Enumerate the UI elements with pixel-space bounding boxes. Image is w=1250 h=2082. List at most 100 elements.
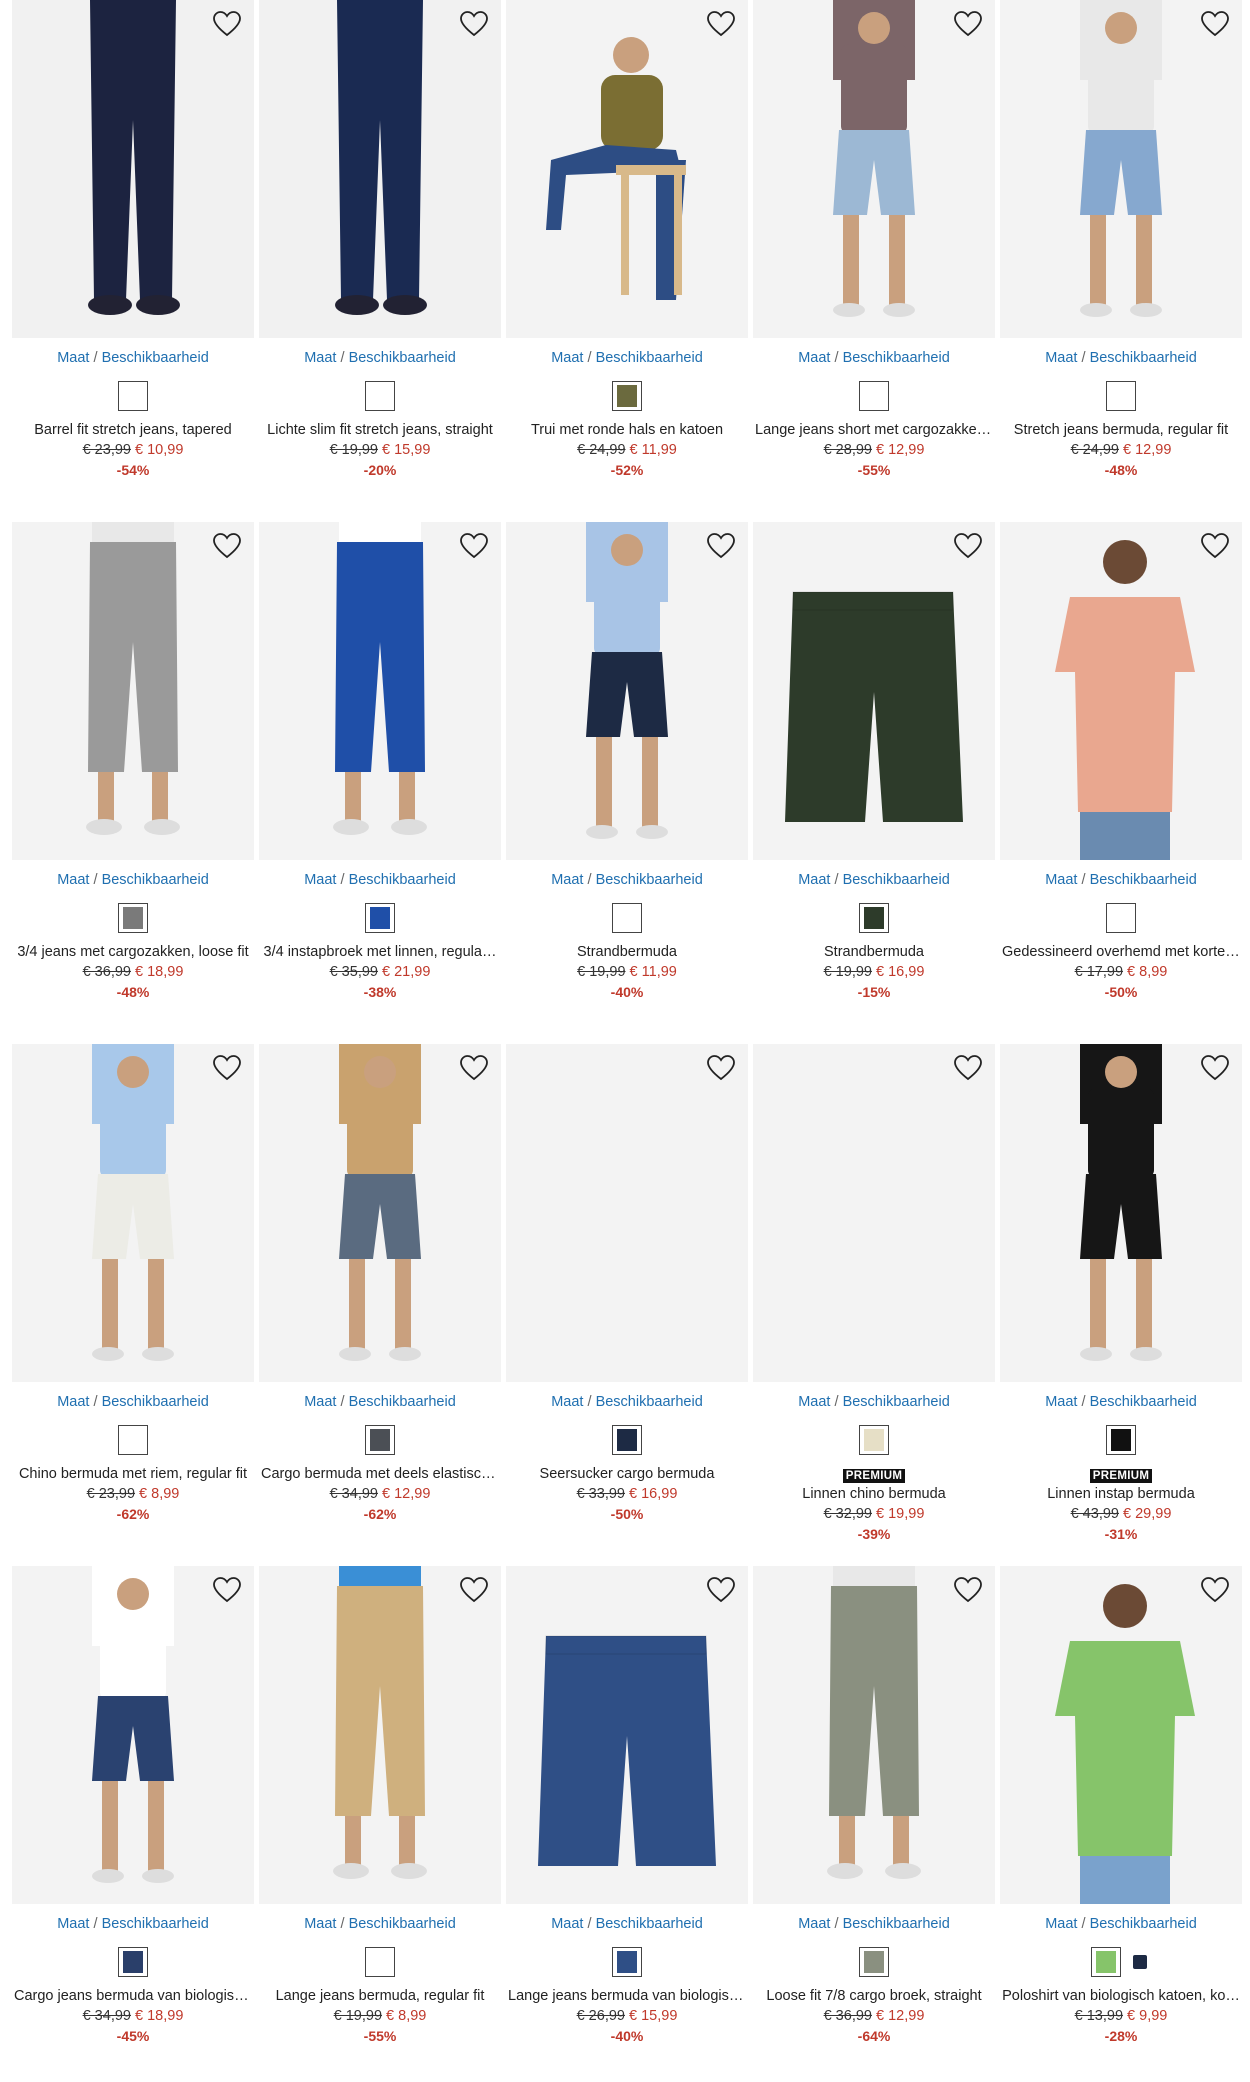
color-swatch[interactable] xyxy=(612,381,642,411)
product-image[interactable] xyxy=(259,522,501,860)
size-availability-link[interactable]: Maat / Beschikbaarheid xyxy=(259,350,501,366)
size-availability-link[interactable]: Maat / Beschikbaarheid xyxy=(1000,1394,1242,1410)
product-title[interactable]: Chino bermuda met riem, regular fit xyxy=(12,1466,254,1482)
size-availability-link[interactable]: Maat / Beschikbaarheid xyxy=(12,1916,254,1932)
availability-link-label[interactable]: Beschikbaarheid xyxy=(102,1916,209,1932)
product-card[interactable]: Maat / Beschikbaarheid Lange jeans bermud… xyxy=(506,1566,748,2066)
product-image[interactable] xyxy=(753,1044,995,1382)
product-card[interactable]: Maat / Beschikbaarheid Cargo bermuda met … xyxy=(259,1044,501,1544)
product-card[interactable]: Maat / Beschikbaarheid Lange jeans bermud… xyxy=(259,1566,501,2066)
availability-link-label[interactable]: Beschikbaarheid xyxy=(1090,350,1197,366)
size-availability-link[interactable]: Maat / Beschikbaarheid xyxy=(259,1916,501,1932)
product-card[interactable]: Maat / Beschikbaarheid 3/4 instapbroek me… xyxy=(259,522,501,1022)
color-swatch[interactable] xyxy=(859,903,889,933)
availability-link-label[interactable]: Beschikbaarheid xyxy=(596,1394,703,1410)
color-swatch[interactable] xyxy=(118,1425,148,1455)
availability-link-label[interactable]: Beschikbaarheid xyxy=(843,1916,950,1932)
product-title[interactable]: Lange jeans bermuda, regular fit xyxy=(259,1988,501,2004)
availability-link-label[interactable]: Beschikbaarheid xyxy=(102,1394,209,1410)
availability-link-label[interactable]: Beschikbaarheid xyxy=(102,350,209,366)
size-link-label[interactable]: Maat xyxy=(798,1916,830,1932)
product-title[interactable]: Cargo bermuda met deels elastisch… xyxy=(259,1466,501,1482)
product-card[interactable]: Maat / Beschikbaarheid Seersucker cargo b… xyxy=(506,1044,748,1544)
size-link-label[interactable]: Maat xyxy=(1045,1394,1077,1410)
wishlist-heart-icon[interactable] xyxy=(1200,1054,1230,1082)
product-image[interactable] xyxy=(506,1044,748,1382)
product-title[interactable]: Loose fit 7/8 cargo broek, straight xyxy=(753,1988,995,2004)
size-link-label[interactable]: Maat xyxy=(1045,350,1077,366)
product-card[interactable]: Maat / Beschikbaarheid Strandbermuda € 19,… xyxy=(753,522,995,1022)
size-availability-link[interactable]: Maat / Beschikbaarheid xyxy=(259,872,501,888)
product-image[interactable] xyxy=(12,1044,254,1382)
product-card[interactable]: Maat / Beschikbaarheid Gedessineerd overh… xyxy=(1000,522,1242,1022)
product-card[interactable]: Maat / Beschikbaarheid Chino bermuda met … xyxy=(12,1044,254,1544)
size-link-label[interactable]: Maat xyxy=(798,872,830,888)
wishlist-heart-icon[interactable] xyxy=(1200,1576,1230,1604)
size-link-label[interactable]: Maat xyxy=(551,350,583,366)
product-title[interactable]: Linnen chino bermuda xyxy=(753,1486,995,1502)
product-image[interactable] xyxy=(259,0,501,338)
wishlist-heart-icon[interactable] xyxy=(953,532,983,560)
wishlist-heart-icon[interactable] xyxy=(953,1054,983,1082)
wishlist-heart-icon[interactable] xyxy=(706,532,736,560)
size-link-label[interactable]: Maat xyxy=(57,1394,89,1410)
color-swatch[interactable] xyxy=(118,1947,148,1977)
color-swatch[interactable] xyxy=(612,1425,642,1455)
product-image[interactable] xyxy=(753,522,995,860)
color-swatch[interactable] xyxy=(365,381,395,411)
size-link-label[interactable]: Maat xyxy=(551,1916,583,1932)
wishlist-heart-icon[interactable] xyxy=(212,1054,242,1082)
size-link-label[interactable]: Maat xyxy=(798,1394,830,1410)
wishlist-heart-icon[interactable] xyxy=(212,532,242,560)
size-link-label[interactable]: Maat xyxy=(551,872,583,888)
product-image[interactable] xyxy=(259,1044,501,1382)
product-title[interactable]: Lange jeans bermuda van biologisch… xyxy=(506,1988,748,2004)
size-availability-link[interactable]: Maat / Beschikbaarheid xyxy=(506,1916,748,1932)
product-card[interactable]: Maat / Beschikbaarheid Stretch jeans berm… xyxy=(1000,0,1242,500)
size-availability-link[interactable]: Maat / Beschikbaarheid xyxy=(506,872,748,888)
wishlist-heart-icon[interactable] xyxy=(706,1576,736,1604)
size-availability-link[interactable]: Maat / Beschikbaarheid xyxy=(1000,350,1242,366)
wishlist-heart-icon[interactable] xyxy=(459,1054,489,1082)
wishlist-heart-icon[interactable] xyxy=(212,10,242,38)
product-card[interactable]: Maat / Beschikbaarheid Poloshirt van biol… xyxy=(1000,1566,1242,2066)
size-link-label[interactable]: Maat xyxy=(551,1394,583,1410)
product-card[interactable]: Maat / Beschikbaarheid PREMIUM Linnen chin… xyxy=(753,1044,995,1544)
product-title[interactable]: Stretch jeans bermuda, regular fit xyxy=(1000,422,1242,438)
availability-link-label[interactable]: Beschikbaarheid xyxy=(596,872,703,888)
size-availability-link[interactable]: Maat / Beschikbaarheid xyxy=(753,1394,995,1410)
wishlist-heart-icon[interactable] xyxy=(706,1054,736,1082)
product-title[interactable]: Lichte slim fit stretch jeans, straight xyxy=(259,422,501,438)
size-link-label[interactable]: Maat xyxy=(304,350,336,366)
size-link-label[interactable]: Maat xyxy=(1045,872,1077,888)
availability-link-label[interactable]: Beschikbaarheid xyxy=(843,350,950,366)
size-availability-link[interactable]: Maat / Beschikbaarheid xyxy=(259,1394,501,1410)
product-card[interactable]: Maat / Beschikbaarheid Barrel fit stretch… xyxy=(12,0,254,500)
color-swatch[interactable] xyxy=(612,1947,642,1977)
color-swatch[interactable] xyxy=(365,903,395,933)
size-link-label[interactable]: Maat xyxy=(57,1916,89,1932)
product-title[interactable]: 3/4 instapbroek met linnen, regula… xyxy=(259,944,501,960)
color-swatch[interactable] xyxy=(612,903,642,933)
product-title[interactable]: Poloshirt van biologisch katoen, ko… xyxy=(1000,1988,1242,2004)
availability-link-label[interactable]: Beschikbaarheid xyxy=(843,1394,950,1410)
size-link-label[interactable]: Maat xyxy=(1045,1916,1077,1932)
color-swatch[interactable] xyxy=(365,1425,395,1455)
color-swatch[interactable] xyxy=(118,381,148,411)
product-image[interactable] xyxy=(12,1566,254,1904)
product-image[interactable] xyxy=(1000,1566,1242,1904)
availability-link-label[interactable]: Beschikbaarheid xyxy=(349,1394,456,1410)
product-image[interactable] xyxy=(506,0,748,338)
size-link-label[interactable]: Maat xyxy=(304,872,336,888)
size-availability-link[interactable]: Maat / Beschikbaarheid xyxy=(753,1916,995,1932)
product-title[interactable]: Seersucker cargo bermuda xyxy=(506,1466,748,1482)
wishlist-heart-icon[interactable] xyxy=(459,532,489,560)
color-swatch[interactable] xyxy=(365,1947,395,1977)
product-title[interactable]: Strandbermuda xyxy=(506,944,748,960)
size-availability-link[interactable]: Maat / Beschikbaarheid xyxy=(12,872,254,888)
wishlist-heart-icon[interactable] xyxy=(459,1576,489,1604)
size-availability-link[interactable]: Maat / Beschikbaarheid xyxy=(12,1394,254,1410)
availability-link-label[interactable]: Beschikbaarheid xyxy=(1090,1394,1197,1410)
product-image[interactable] xyxy=(753,1566,995,1904)
product-card[interactable]: Maat / Beschikbaarheid Lichte slim fit st… xyxy=(259,0,501,500)
